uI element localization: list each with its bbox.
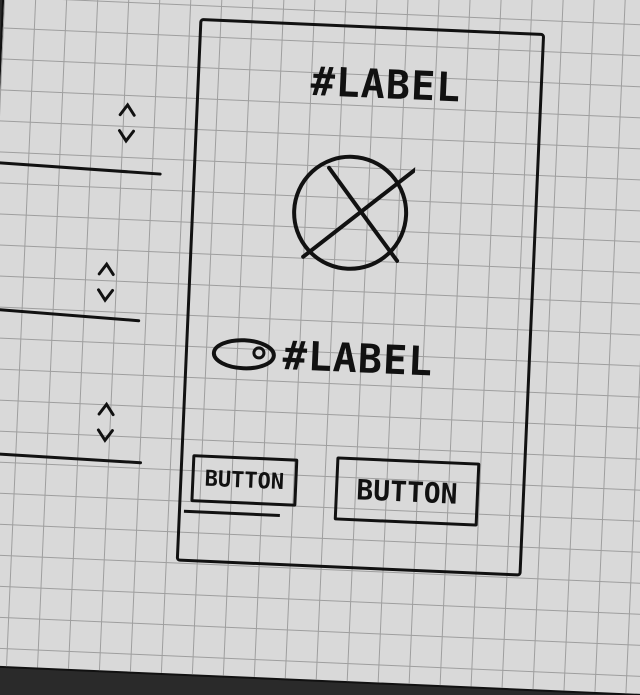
radio-option[interactable]: #LABEL [210, 330, 434, 386]
stepper-icon[interactable] [95, 260, 117, 305]
list-divider [0, 451, 143, 465]
list-divider [0, 307, 141, 323]
radio-icon[interactable] [210, 333, 278, 376]
grid-paper: #LABEL #LABEL BUTTON BUTTON [0, 0, 640, 695]
primary-button[interactable]: BUTTON [190, 454, 299, 507]
stepper-icon[interactable] [95, 400, 117, 445]
stepper-icon[interactable] [116, 101, 138, 146]
radio-label: #LABEL [281, 332, 435, 386]
list-divider [0, 161, 162, 176]
image-placeholder-icon [292, 154, 416, 271]
title-label: #LABEL [309, 58, 463, 112]
secondary-button[interactable]: BUTTON [333, 456, 481, 527]
